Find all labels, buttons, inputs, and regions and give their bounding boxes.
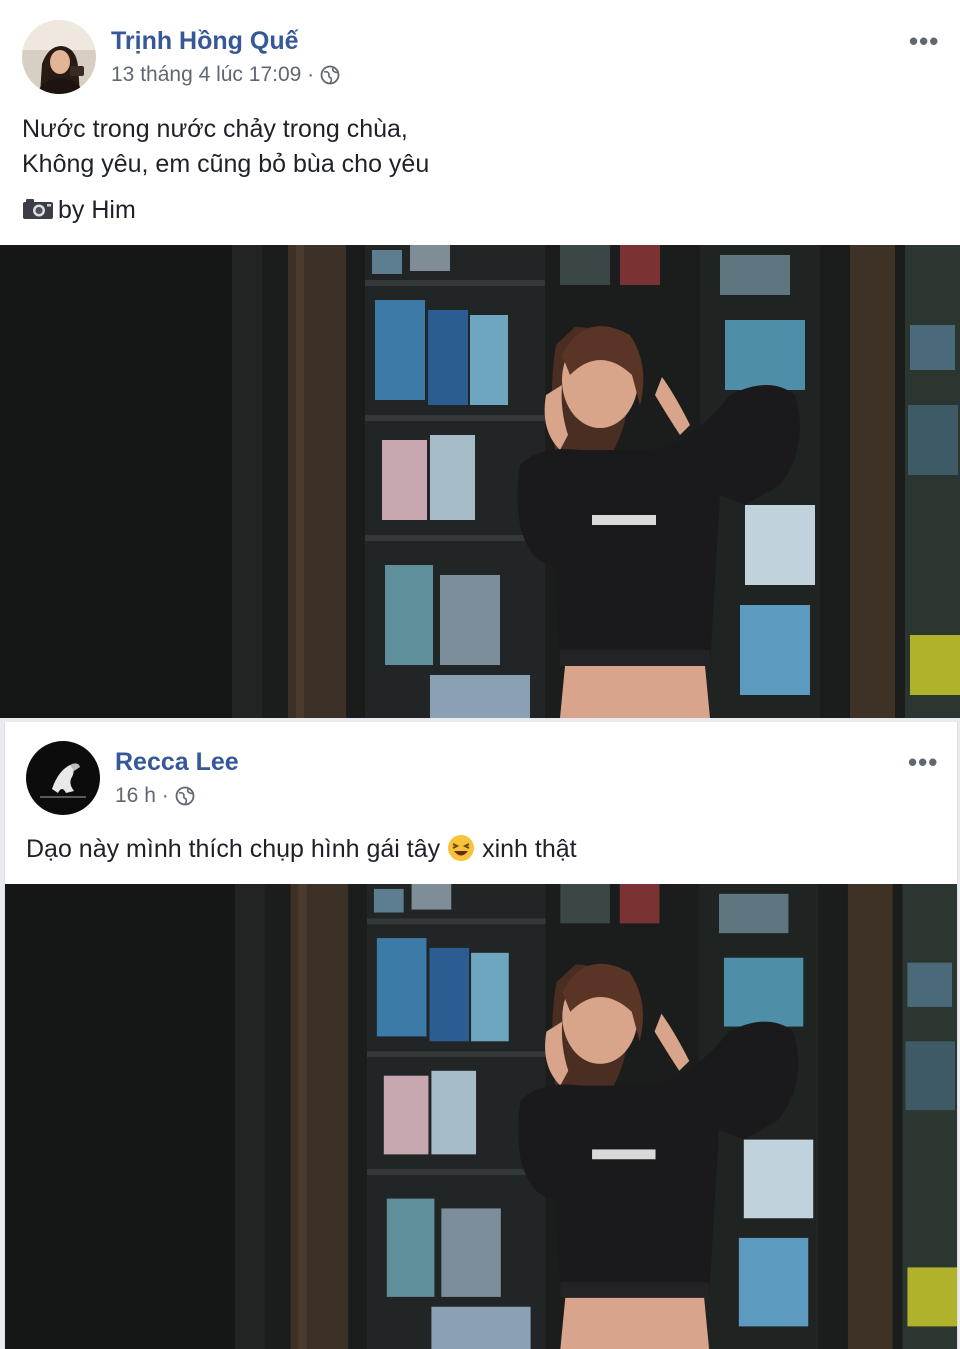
more-options-button[interactable]: ••• bbox=[909, 28, 939, 54]
camera-icon bbox=[23, 199, 53, 219]
globe-icon bbox=[175, 786, 195, 806]
post-text-line: Không yêu, em cũng bỏ bùa cho yêu bbox=[22, 150, 430, 178]
photo-credit: by Him bbox=[22, 193, 429, 228]
post-text-part: Dạo này mình thích chụp hình gái tây bbox=[26, 835, 441, 863]
globe-icon bbox=[320, 65, 340, 85]
timestamp-text[interactable]: 13 tháng 4 lúc 17:09 · bbox=[111, 63, 314, 87]
credit-text: by Him bbox=[58, 196, 136, 224]
author-name[interactable]: Recca Lee bbox=[115, 748, 239, 777]
post-text-part: xinh thật bbox=[482, 835, 577, 863]
post-text: Dạo này mình thích chụp hình gái tây xin… bbox=[26, 832, 577, 867]
timestamp-text[interactable]: 16 h · bbox=[115, 784, 169, 808]
post-card: Trịnh Hồng Quế 13 tháng 4 lúc 17:09 · ••… bbox=[0, 0, 960, 718]
post-timestamp[interactable]: 16 h · bbox=[115, 784, 195, 808]
laughing-emoji-icon bbox=[448, 835, 475, 861]
more-options-button[interactable]: ••• bbox=[908, 749, 938, 775]
post-text-line: Nước trong nước chảy trong chùa, bbox=[22, 115, 408, 143]
avatar[interactable] bbox=[26, 741, 100, 815]
post-card: Recca Lee 16 h · ••• Dạo này mình thích … bbox=[4, 722, 958, 1349]
author-name[interactable]: Trịnh Hồng Quế bbox=[111, 27, 299, 56]
post-text: Nước trong nước chảy trong chùa, Không y… bbox=[22, 112, 429, 228]
avatar[interactable] bbox=[22, 20, 96, 94]
post-timestamp[interactable]: 13 tháng 4 lúc 17:09 · bbox=[111, 63, 340, 87]
post-photo[interactable] bbox=[5, 884, 957, 1349]
post-photo[interactable] bbox=[0, 245, 960, 718]
